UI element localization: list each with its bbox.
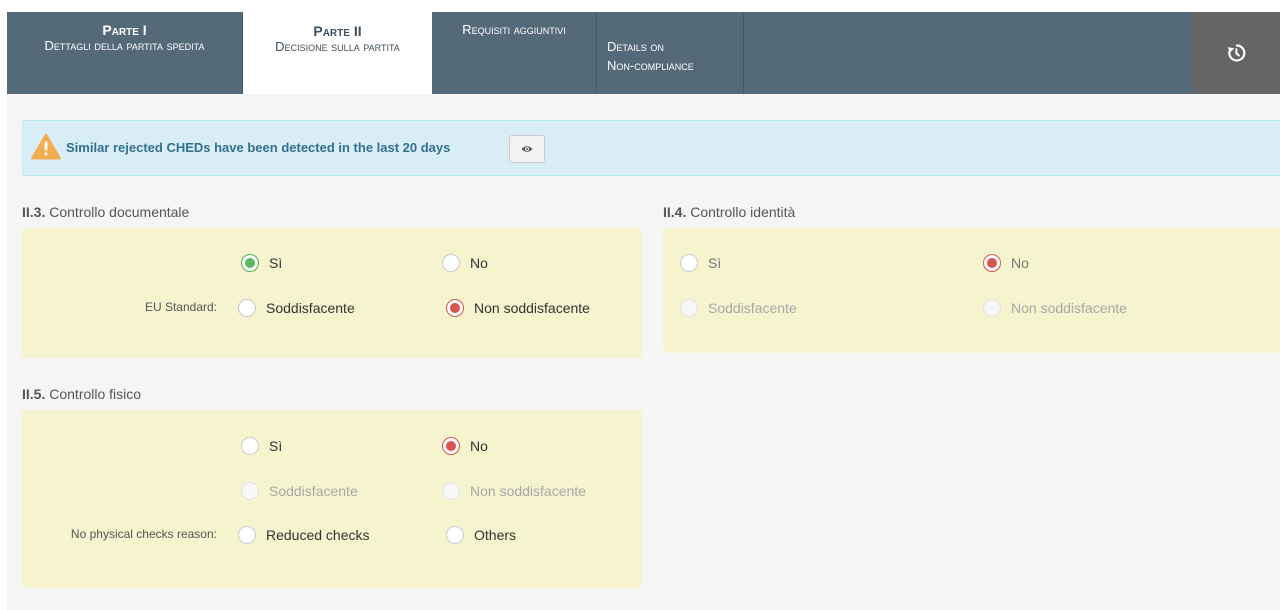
view-similar-button[interactable] [509, 135, 545, 163]
documentary-check-number: II.3. [22, 204, 46, 220]
physical-no-label: No [470, 438, 488, 454]
documentary-yes-radio[interactable] [241, 254, 259, 272]
tab-additional-requirements-title: Requisiti aggiuntivi [462, 22, 566, 37]
physical-not-satisfactory-radio [442, 482, 460, 500]
tab-non-compliance-line1: Details on [607, 39, 664, 54]
identity-not-satisfactory-radio [983, 299, 1001, 317]
identity-not-satisfactory-label: Non soddisfacente [1011, 300, 1127, 316]
eu-not-satisfactory-label: Non soddisfacente [474, 300, 590, 316]
documentary-check-title-text: Controllo documentale [49, 204, 190, 220]
tab-part-2-subtitle: Decisione sulla partita [275, 39, 400, 54]
identity-check-panel: Sì No Soddisfacente Non soddisfacente [663, 228, 1280, 353]
physical-check-title-text: Controllo fisico [49, 386, 142, 402]
tab-part-2[interactable]: Parte II Decisione sulla partita [243, 12, 432, 94]
physical-check-number: II.5. [22, 386, 46, 402]
identity-no-radio[interactable] [983, 254, 1001, 272]
physical-no-radio[interactable] [442, 437, 460, 455]
identity-yes-radio[interactable] [680, 254, 698, 272]
content-area: Similar rejected CHEDs have been detecte… [7, 94, 1280, 610]
eu-not-satisfactory-radio[interactable] [446, 299, 464, 317]
physical-yes-option[interactable]: Sì [241, 437, 282, 455]
physical-satisfactory-option: Soddisfacente [241, 482, 358, 500]
identity-not-satisfactory-option: Non soddisfacente [983, 299, 1127, 317]
eye-icon [521, 146, 533, 152]
tab-non-compliance[interactable]: Details on Non-compliance [597, 12, 744, 94]
identity-satisfactory-option: Soddisfacente [680, 299, 797, 317]
alert-text: Similar rejected CHEDs have been detecte… [66, 140, 451, 155]
documentary-check-title: II.3. Controllo documentale [22, 204, 189, 220]
identity-no-option[interactable]: No [983, 254, 1029, 272]
identity-yes-label: Sì [708, 255, 722, 271]
documentary-yes-label: Sì [269, 255, 283, 271]
physical-check-panel: Sì No Soddisfacente Non soddisfacente No… [22, 410, 642, 588]
reduced-checks-label: Reduced checks [266, 527, 370, 543]
physical-satisfactory-label: Soddisfacente [269, 483, 358, 499]
others-label: Others [474, 527, 517, 543]
others-radio[interactable] [446, 526, 464, 544]
tab-part-1-title: Parte I [102, 22, 147, 38]
identity-satisfactory-label: Soddisfacente [708, 300, 797, 316]
physical-yes-label: Sì [269, 438, 283, 454]
eu-satisfactory-label: Soddisfacente [266, 300, 355, 316]
tab-non-compliance-line2: Non-compliance [607, 58, 694, 73]
history-button[interactable] [1192, 12, 1280, 94]
rejected-cheds-alert: Similar rejected CHEDs have been detecte… [22, 120, 1280, 176]
physical-no-option[interactable]: No [442, 437, 488, 455]
identity-yes-option[interactable]: Sì [680, 254, 721, 272]
documentary-check-panel: Sì No EU Standard: Soddisfacente Non sod… [22, 228, 642, 358]
tab-part-1[interactable]: Parte I Dettagli della partita spedita [7, 12, 243, 94]
eu-standard-label: EU Standard: [144, 300, 217, 314]
identity-satisfactory-radio [680, 299, 698, 317]
tab-bar: Parte I Dettagli della partita spedita P… [7, 12, 1280, 94]
others-option[interactable]: Others [446, 526, 516, 544]
eu-not-satisfactory-option[interactable]: Non soddisfacente [446, 299, 590, 317]
history-icon [1227, 44, 1246, 62]
physical-check-title: II.5. Controllo fisico [22, 386, 141, 402]
no-physical-checks-reason-label: No physical checks reason: [70, 527, 217, 541]
physical-not-satisfactory-option: Non soddisfacente [442, 482, 586, 500]
identity-check-title-text: Controllo identità [690, 204, 796, 220]
warning-triangle-icon [31, 133, 61, 160]
physical-not-satisfactory-label: Non soddisfacente [470, 483, 586, 499]
documentary-no-radio[interactable] [442, 254, 460, 272]
reduced-checks-option[interactable]: Reduced checks [238, 526, 370, 544]
documentary-yes-option[interactable]: Sì [241, 254, 282, 272]
reduced-checks-radio[interactable] [238, 526, 256, 544]
identity-no-label: No [1011, 255, 1029, 271]
physical-yes-radio[interactable] [241, 437, 259, 455]
tab-part-2-title: Parte II [313, 23, 362, 39]
identity-check-title: II.4. Controllo identità [663, 204, 795, 220]
documentary-no-option[interactable]: No [442, 254, 488, 272]
eu-satisfactory-radio[interactable] [238, 299, 256, 317]
documentary-no-label: No [470, 255, 488, 271]
physical-satisfactory-radio [241, 482, 259, 500]
tab-part-1-subtitle: Dettagli della partita spedita [44, 38, 205, 53]
tab-additional-requirements[interactable]: Requisiti aggiuntivi [432, 12, 597, 94]
identity-check-number: II.4. [663, 204, 687, 220]
eu-satisfactory-option[interactable]: Soddisfacente [238, 299, 355, 317]
